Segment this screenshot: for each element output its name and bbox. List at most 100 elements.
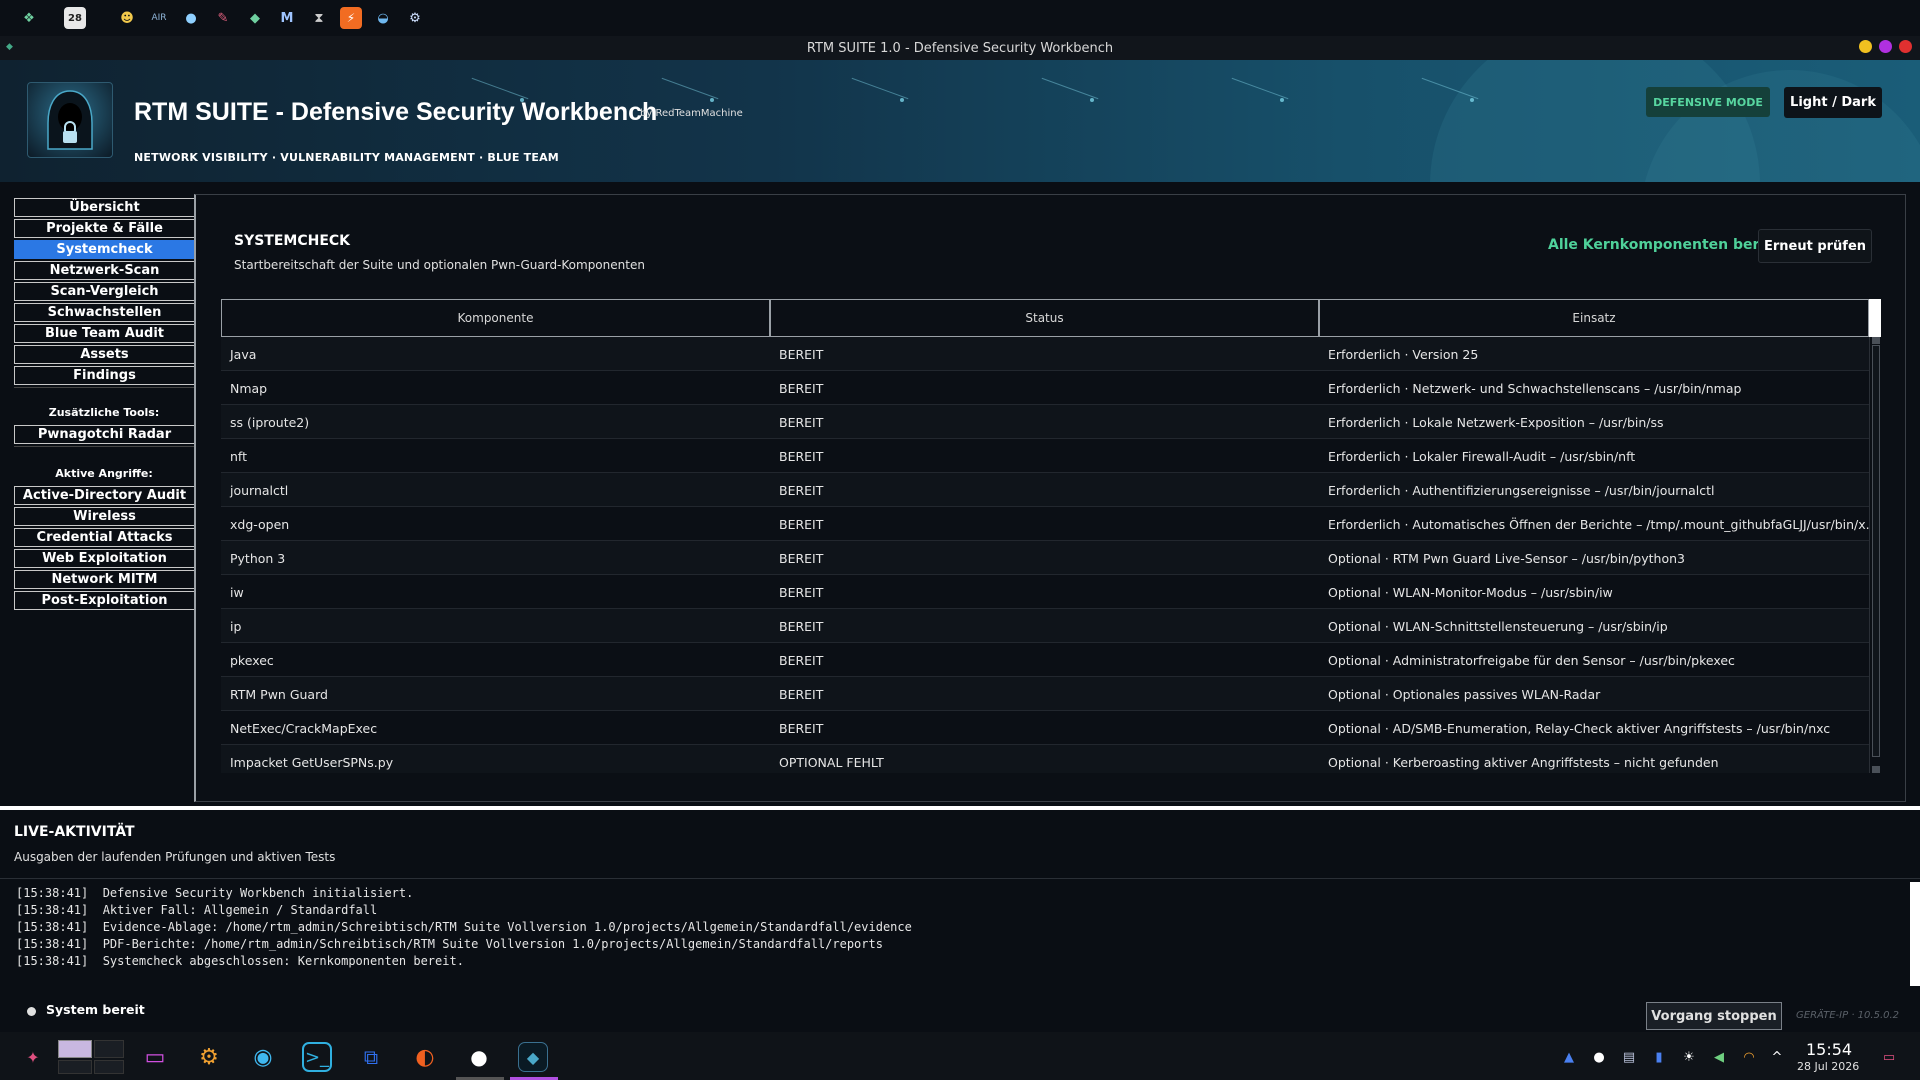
table-row[interactable]: journalctl BEREIT Erforderlich · Authentif… (221, 473, 1869, 507)
cell-einsatz: Optional · RTM Pwn Guard Live-Sensor – /… (1328, 550, 1685, 566)
storage-icon[interactable]: ▮ (1650, 1048, 1668, 1066)
sidebar-item-scan-vergleich[interactable]: Scan-Vergleich (14, 282, 194, 301)
desktop-pager-3[interactable] (58, 1060, 92, 1074)
sidebar-item-ad-audit[interactable]: Active-Directory Audit (14, 486, 194, 505)
sidebar-item-findings[interactable]: Findings (14, 366, 194, 385)
column-header-einsatz[interactable]: Einsatz (1319, 299, 1869, 337)
clock-time[interactable]: 15:54 (1806, 1040, 1852, 1059)
table-row[interactable]: Python 3 BEREIT Optional · RTM Pwn Guard L… (221, 541, 1869, 575)
table-row[interactable]: ss (iproute2) BEREIT Erforderlich · Lokale… (221, 405, 1869, 439)
table-row[interactable]: RTM Pwn Guard BEREIT Optional · Optionales… (221, 677, 1869, 711)
sidebar-item-wireless[interactable]: Wireless (14, 507, 194, 526)
cell-einsatz: Erforderlich · Authentifizierungsereigni… (1328, 482, 1715, 498)
firefox-icon[interactable]: ◐ (410, 1042, 440, 1072)
sidebar-item-assets[interactable]: Assets (14, 345, 194, 364)
cell-komponente: xdg-open (230, 516, 290, 532)
vscode-icon[interactable]: ⧉ (356, 1042, 386, 1072)
table-scrollbar[interactable] (1869, 337, 1881, 773)
table-row[interactable]: xdg-open BEREIT Erforderlich · Automatisch… (221, 507, 1869, 541)
show-desktop-icon[interactable]: ▭ (1880, 1048, 1898, 1066)
rtm-suite-task-icon[interactable]: ◆ (518, 1042, 548, 1072)
table-row[interactable]: ip BEREIT Optional · WLAN-Schnittstellenst… (221, 609, 1869, 643)
sidebar-item-systemcheck[interactable]: Systemcheck (14, 240, 194, 259)
systemcheck-panel: SYSTEMCHECK Startbereitschaft der Suite … (194, 194, 1906, 802)
cell-einsatz: Erforderlich · Lokale Netzwerk-Expositio… (1328, 414, 1664, 430)
desktop-pager-2[interactable] (94, 1040, 124, 1058)
sidebar-item-web-exploitation[interactable]: Web Exploitation (14, 549, 194, 568)
cell-einsatz: Optional · Kerberoasting aktiver Angriff… (1328, 754, 1719, 770)
cell-status: BEREIT (779, 346, 824, 362)
table-row[interactable]: NetExec/CrackMapExec BEREIT Optional · AD/… (221, 711, 1869, 745)
log-line: [15:38:41] PDF-Berichte: /home/rtm_admin… (16, 937, 883, 951)
hourglass-icon[interactable]: ⧗ (308, 7, 330, 29)
sidebar-item-credential-attacks[interactable]: Credential Attacks (14, 528, 194, 547)
table-row[interactable]: Impacket GetUserSPNs.py OPTIONAL FEHLT Opt… (221, 745, 1869, 773)
minimize-button[interactable] (1859, 40, 1872, 53)
log-scrollbar[interactable] (1910, 882, 1920, 986)
status-text: System bereit (46, 1002, 145, 1017)
settings-gear-icon[interactable]: ⚙ (194, 1042, 224, 1072)
cell-komponente: NetExec/CrackMapExec (230, 720, 378, 736)
recheck-button[interactable]: Erneut prüfen (1758, 229, 1872, 263)
sidebar-item-schwachstellen[interactable]: Schwachstellen (14, 303, 194, 322)
cell-komponente: ss (iproute2) (230, 414, 310, 430)
sidebar: Übersicht Projekte & Fälle Systemcheck N… (14, 195, 194, 800)
defensive-mode-badge: DEFENSIVE MODE (1646, 87, 1770, 117)
airgeddon-icon[interactable]: AIR (148, 7, 170, 29)
table-row[interactable]: Java BEREIT Erforderlich · Version 25 (221, 337, 1869, 371)
sidebar-item-post-exploitation[interactable]: Post-Exploitation (14, 591, 194, 610)
live-activity-description: Ausgaben der laufenden Prüfungen und akt… (14, 850, 336, 864)
wireshark-icon[interactable]: ◒ (372, 7, 394, 29)
status-indicator-icon (27, 1007, 36, 1016)
table-row[interactable]: Nmap BEREIT Erforderlich · Netzwerk- und S… (221, 371, 1869, 405)
cell-komponente: iw (230, 584, 244, 600)
alien-icon[interactable]: ● (180, 7, 202, 29)
table-row[interactable]: nft BEREIT Erforderlich · Lokaler Firewall… (221, 439, 1869, 473)
header-corner (1869, 299, 1881, 337)
github-tray-icon[interactable]: ● (1590, 1048, 1608, 1066)
app-title: RTM SUITE - Defensive Security Workbench (134, 98, 658, 126)
burp-icon[interactable]: ⚡ (340, 7, 362, 29)
kali-dragon-icon[interactable]: ❖ (18, 7, 40, 29)
shield-app-icon[interactable]: ◆ (244, 7, 266, 29)
sidebar-item-network-mitm[interactable]: Network MITM (14, 570, 194, 589)
column-header-komponente[interactable]: Komponente (221, 299, 770, 337)
maximize-button[interactable] (1879, 40, 1892, 53)
close-button[interactable] (1899, 40, 1912, 53)
terminal-icon[interactable]: >_ (302, 1042, 332, 1072)
sidebar-item-projekte[interactable]: Projekte & Fälle (14, 219, 194, 238)
log-line: [15:38:41] Defensive Security Workbench … (16, 886, 414, 900)
table-body: Java BEREIT Erforderlich · Version 25 Nmap B… (221, 337, 1869, 773)
theme-toggle-button[interactable]: Light / Dark (1784, 87, 1882, 118)
sidebar-item-pwnagotchi-radar[interactable]: Pwnagotchi Radar (14, 425, 194, 444)
cell-status: BEREIT (779, 482, 824, 498)
sidebar-item-blue-team-audit[interactable]: Blue Team Audit (14, 324, 194, 343)
files-icon[interactable]: ▭ (140, 1042, 170, 1072)
stop-process-button[interactable]: Vorgang stoppen (1646, 1002, 1782, 1030)
sidebar-item-uebersicht[interactable]: Übersicht (14, 198, 194, 217)
github-icon[interactable]: ● (464, 1042, 494, 1072)
chromium-icon[interactable]: ◉ (248, 1042, 278, 1072)
vpn-icon[interactable]: ▲ (1560, 1048, 1578, 1066)
app-launcher-icon[interactable]: ✦ (18, 1042, 48, 1072)
clock-date[interactable]: 28 Jul 2026 (1797, 1060, 1859, 1073)
wifi-icon[interactable]: ◠ (1740, 1048, 1758, 1066)
syringe-icon[interactable]: ✎ (212, 7, 234, 29)
clipboard-icon[interactable]: ▤ (1620, 1048, 1638, 1066)
table-row[interactable]: pkexec BEREIT Optional · Administratorfrei… (221, 643, 1869, 677)
desktop-pager-4[interactable] (94, 1060, 124, 1074)
metasploit-icon[interactable]: M (276, 7, 298, 29)
zap-icon[interactable]: ⚙ (404, 7, 426, 29)
tray-expand-icon[interactable]: ^ (1768, 1048, 1786, 1066)
column-header-status[interactable]: Status (770, 299, 1319, 337)
sidebar-item-netzwerk-scan[interactable]: Netzwerk-Scan (14, 261, 194, 280)
live-activity-panel: LIVE-AKTIVITÄT Ausgaben der laufenden Pr… (0, 806, 1920, 1032)
table-row[interactable]: iw BEREIT Optional · WLAN-Monitor-Modus – … (221, 575, 1869, 609)
volume-icon[interactable]: ◀ (1710, 1048, 1728, 1066)
brightness-icon[interactable]: ☀ (1680, 1048, 1698, 1066)
system-status-text: Alle Kernkomponenten bereit (1548, 237, 1781, 253)
calendar-icon[interactable]: 28 (64, 7, 86, 29)
activity-log[interactable]: [15:38:41] Defensive Security Workbench … (0, 878, 1920, 990)
desktop-pager-1[interactable] (58, 1040, 92, 1058)
face-icon[interactable]: ☻ (116, 7, 138, 29)
